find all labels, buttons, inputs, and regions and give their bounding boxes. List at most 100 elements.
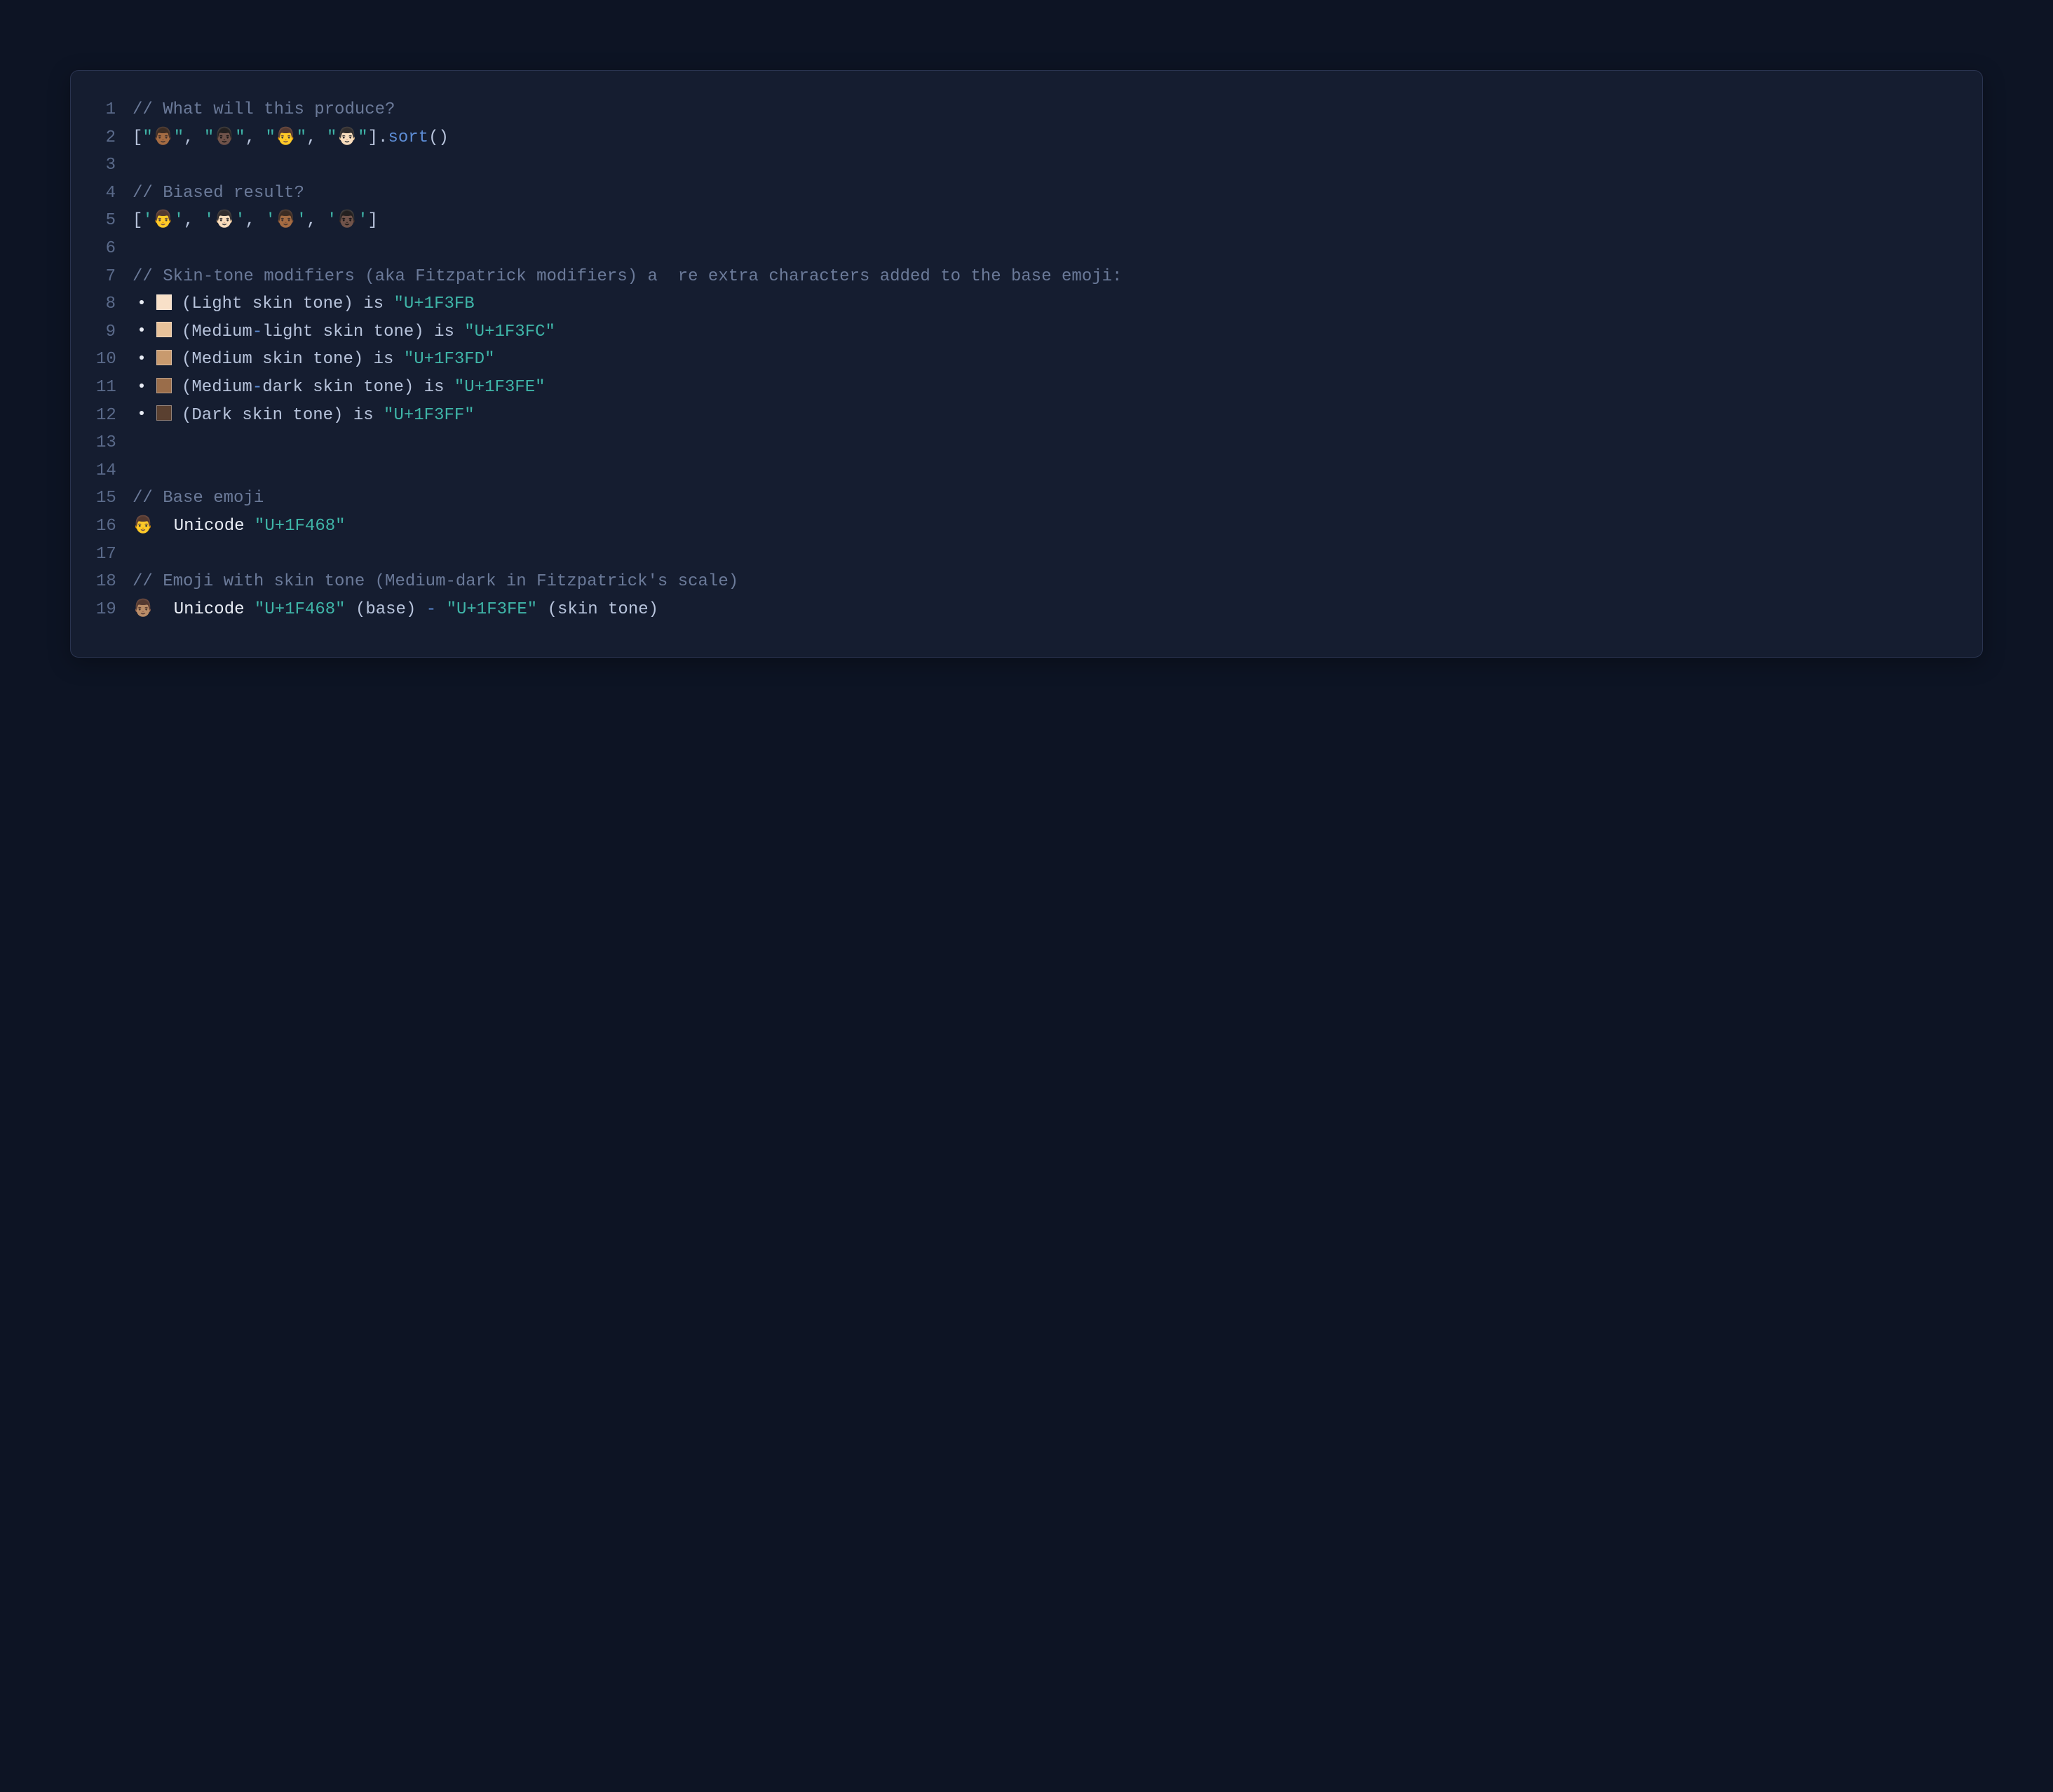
token-punct: , (245, 128, 266, 147)
line-content: (Medium skin tone) is "U+1F3FD" (133, 346, 1957, 374)
code-line: 19👨🏽 Unicode "U+1F468" (base) - "U+1F3FE… (96, 596, 1957, 624)
token-punct: (base) (346, 600, 426, 619)
line-number: 14 (96, 457, 133, 485)
token-punct: , (306, 128, 327, 147)
token-dash: - (252, 378, 262, 397)
code-line: 18// Emoji with skin tone (Medium-dark i… (96, 568, 1957, 596)
line-number: 4 (96, 179, 133, 208)
line-number: 1 (96, 96, 133, 124)
bullet-icon (140, 327, 144, 332)
token-string: "U+1F3FF" (384, 406, 475, 425)
line-content: (Dark skin tone) is "U+1F3FF" (133, 402, 1957, 430)
skin-tone-swatch (156, 405, 172, 421)
token-string: " (142, 128, 152, 147)
line-number: 15 (96, 484, 133, 513)
code-line: 4// Biased result? (96, 179, 1957, 208)
token-punct: (Medium (182, 378, 252, 397)
code-line: 9(Medium-light skin tone) is "U+1F3FC" (96, 318, 1957, 346)
bullet-icon (140, 355, 144, 360)
line-number: 6 (96, 235, 133, 263)
token-string: " (358, 128, 367, 147)
line-number: 3 (96, 151, 133, 179)
token-string: ' (327, 211, 337, 230)
token-punct: ]. (368, 128, 388, 147)
token-punct: ] (368, 211, 378, 230)
skin-tone-swatch (156, 294, 172, 310)
line-content: // What will this produce? (133, 96, 1957, 124)
token-dash: - (252, 323, 262, 341)
token-string: " (327, 128, 337, 147)
token-punct: (Medium (182, 323, 252, 341)
code-line: 8 (Light skin tone) is "U+1F3FB (96, 290, 1957, 318)
token-punct: (Dark skin tone) is (182, 406, 384, 425)
token-string: "U+1F3FE" (447, 600, 538, 619)
code-line: 17 (96, 541, 1957, 569)
token-dash: - (426, 600, 436, 619)
token-punct: , (306, 211, 327, 230)
token-string: "U+1F3FB (393, 294, 474, 313)
token-emoji: 👨🏻 (214, 207, 235, 235)
code-line: 5['👨', '👨🏻', '👨🏾', '👨🏿'] (96, 207, 1957, 235)
line-number: 18 (96, 568, 133, 596)
token-emoji: 👨🏿 (337, 207, 358, 235)
line-content: // Biased result? (133, 179, 1957, 208)
token-comment: // What will this produce? (133, 100, 395, 119)
code-line: 2["👨🏾", "👨🏿", "👨", "👨🏻"].sort() (96, 124, 1957, 152)
line-content: 👨🏽 Unicode "U+1F468" (base) - "U+1F3FE" … (133, 596, 1957, 624)
code-line: 11(Medium-dark skin tone) is "U+1F3FE" (96, 374, 1957, 402)
token-string: "U+1F3FC" (464, 323, 555, 341)
token-emoji: 👨🏽 (133, 596, 154, 624)
token-string: "U+1F3FD" (404, 350, 495, 369)
line-content: (Medium-dark skin tone) is "U+1F3FE" (133, 374, 1957, 402)
token-punct: , (184, 211, 204, 230)
token-comment: // Skin-tone modifiers (aka Fitzpatrick … (133, 267, 1122, 286)
skin-tone-swatch (156, 322, 172, 337)
token-emoji: 👨🏻 (337, 124, 358, 152)
code-line: 10(Medium skin tone) is "U+1F3FD" (96, 346, 1957, 374)
line-content: ['👨', '👨🏻', '👨🏾', '👨🏿'] (133, 207, 1957, 235)
token-string: " (204, 128, 214, 147)
token-punct: , (184, 128, 204, 147)
skin-tone-swatch (156, 350, 172, 365)
token-emoji: 👨 (153, 207, 174, 235)
line-number: 12 (96, 402, 133, 430)
token-string: "U+1F468" (255, 600, 346, 619)
line-content (133, 457, 1957, 485)
line-number: 16 (96, 513, 133, 541)
token-punct: (Medium skin tone) is (182, 350, 404, 369)
token-comment: // Base emoji (133, 489, 264, 508)
bullet-icon (140, 300, 144, 304)
token-emoji: 👨🏿 (214, 124, 235, 152)
line-number: 5 (96, 207, 133, 235)
token-string: ' (265, 211, 275, 230)
token-emoji: 👨 (133, 513, 154, 541)
token-string: " (174, 128, 184, 147)
token-emoji: 👨🏾 (276, 207, 297, 235)
line-number: 9 (96, 318, 133, 346)
line-number: 7 (96, 263, 133, 291)
token-punct: () (428, 128, 449, 147)
token-string: ' (142, 211, 152, 230)
line-number: 8 (96, 290, 133, 318)
token-string: "U+1F3FE" (454, 378, 546, 397)
code-line: 12(Dark skin tone) is "U+1F3FF" (96, 402, 1957, 430)
token-string: ' (297, 211, 306, 230)
code-line: 1// What will this produce? (96, 96, 1957, 124)
code-line: 3 (96, 151, 1957, 179)
token-punct: [ (133, 211, 142, 230)
code-line: 16👨 Unicode "U+1F468" (96, 513, 1957, 541)
token-string: "U+1F468" (255, 517, 346, 536)
bullet-icon (140, 383, 144, 388)
token-string: " (265, 128, 275, 147)
bullet-icon (140, 411, 144, 415)
token-string: " (297, 128, 306, 147)
token-punct: dark skin tone) is (262, 378, 454, 397)
code-line: 13 (96, 429, 1957, 457)
code-line: 15// Base emoji (96, 484, 1957, 513)
token-plain: Unicode (154, 517, 255, 536)
token-punct: (Light skin tone) is (182, 294, 393, 313)
token-punct (436, 600, 446, 619)
token-method: sort (388, 128, 428, 147)
token-string: ' (235, 211, 245, 230)
line-content: // Emoji with skin tone (Medium-dark in … (133, 568, 1957, 596)
